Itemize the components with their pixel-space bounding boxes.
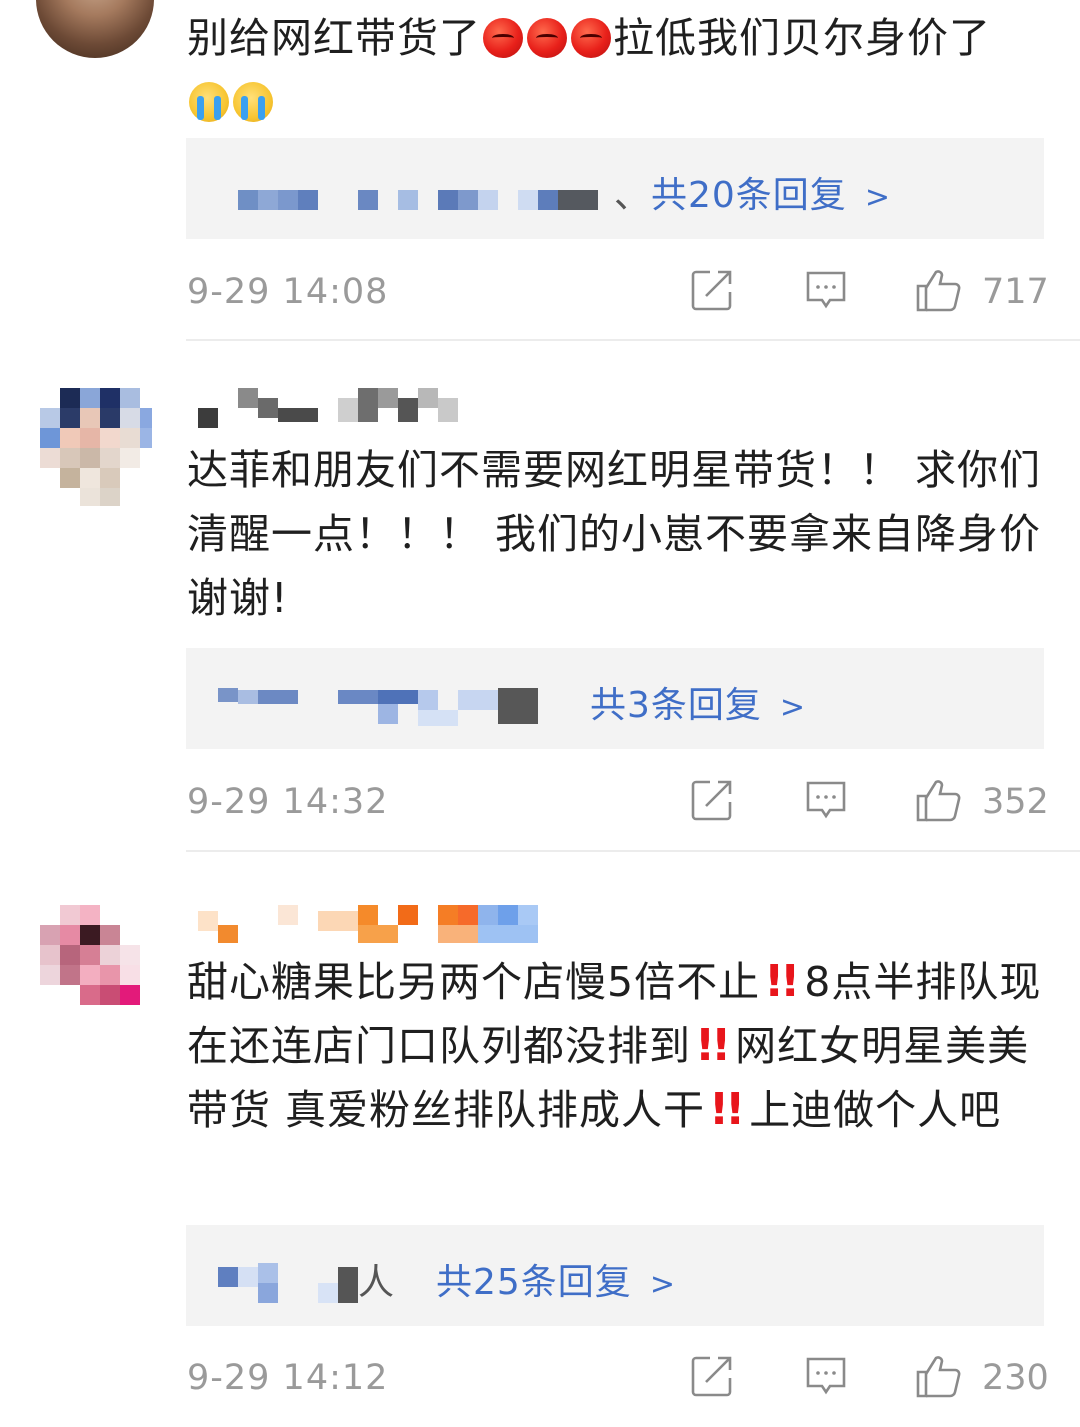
user-avatar[interactable] [36, 0, 154, 58]
thumbs-up-icon[interactable] [914, 266, 962, 314]
comment-text: 甜心糖果比另两个店慢5倍不止!! 8点半排队现在还连店门口队列都没排到!! 网红女明… [187, 950, 1052, 1142]
thumbs-up-icon[interactable] [914, 776, 962, 824]
share-icon[interactable] [690, 778, 734, 822]
share-icon[interactable] [690, 1354, 734, 1398]
comment-date: 9-29 14:12 [187, 1358, 389, 1398]
comment-date: 9-29 14:32 [187, 782, 389, 822]
double-exclamation-icon: !! [695, 1020, 731, 1071]
view-replies-link[interactable]: 共20条回复 > [651, 166, 891, 218]
crying-emoji-icon [189, 82, 229, 122]
reply-count-label: 共20条回复 [651, 175, 847, 216]
angry-emoji-icon [483, 18, 523, 58]
thumbs-up-icon[interactable] [914, 1352, 962, 1400]
like-count: 717 [982, 272, 1049, 312]
comment-text: 达菲和朋友们不需要网红明星带货！！ 求你们清醒一点！！！ 我们的小崽不要拿来自降… [187, 446, 1042, 622]
divider [186, 339, 1080, 341]
comment-date: 9-29 14:08 [187, 272, 389, 312]
chevron-right-icon: > [649, 1267, 676, 1302]
view-replies-link[interactable]: 共3条回复 > [590, 676, 806, 728]
reply-separator: 、 [614, 175, 651, 216]
reply-preview-box[interactable]: 人 共25条回复 > [186, 1225, 1044, 1326]
share-icon[interactable] [690, 268, 734, 312]
reply-user-suffix: 人 [358, 1262, 395, 1303]
comment-text: 别给网红带货了 拉低我们贝尔身价了 [187, 6, 1052, 134]
comment-icon[interactable] [804, 1354, 848, 1398]
comment-text-part: 上迪做个人吧 [749, 1086, 1002, 1134]
user-avatar[interactable] [40, 388, 158, 506]
angry-emoji-icon [527, 18, 567, 58]
comment-icon[interactable] [804, 268, 848, 312]
divider [186, 850, 1080, 852]
like-count: 230 [982, 1358, 1049, 1398]
comment-text-part: 甜心糖果比另两个店慢5倍不止 [187, 958, 761, 1006]
like-count: 352 [982, 782, 1049, 822]
reply-preview-box[interactable]: 共3条回复 > [186, 648, 1044, 749]
double-exclamation-icon: !! [764, 956, 800, 1007]
double-exclamation-icon: !! [709, 1084, 745, 1135]
angry-emoji-icon [571, 18, 611, 58]
comment-text-part: 拉低我们贝尔身价了 [613, 14, 991, 62]
chevron-right-icon: > [779, 690, 807, 725]
view-replies-link[interactable]: 共25条回复 > [436, 1253, 676, 1305]
reply-count-label: 共3条回复 [590, 685, 762, 726]
reply-count-label: 共25条回复 [436, 1262, 632, 1303]
user-avatar[interactable] [40, 905, 158, 1023]
crying-emoji-icon [233, 82, 273, 122]
comment-icon[interactable] [804, 778, 848, 822]
chevron-right-icon: > [864, 180, 891, 215]
reply-preview-box[interactable]: 、 共20条回复 > [186, 138, 1044, 239]
comment-text-part: 别给网红带货了 [187, 14, 481, 62]
